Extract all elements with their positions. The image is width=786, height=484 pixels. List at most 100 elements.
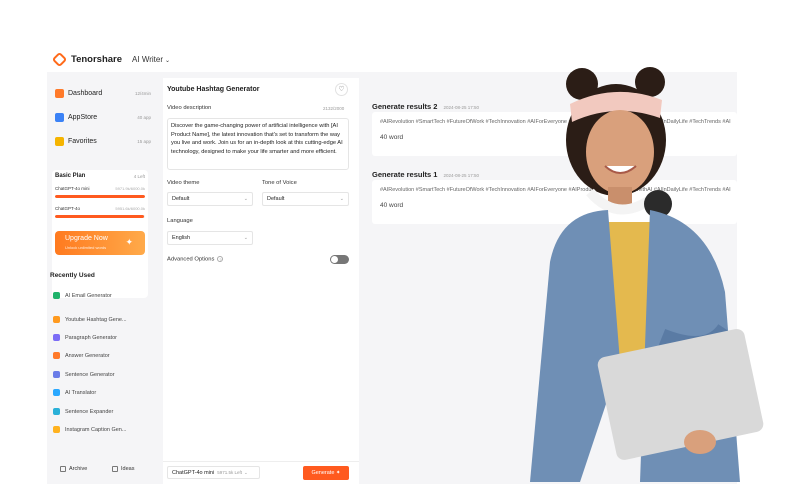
result-date: 2024-08-25 17:50 [443,173,479,178]
form-title: Youtube Hashtag Generator [167,86,260,93]
sidebar-item-label: AppStore [68,114,98,121]
tenorshare-logo-icon [51,51,68,67]
result-title: Generate results 1 [372,170,438,179]
recent-item-label: AI Translator [65,389,97,396]
quota-bar-fill [55,195,145,198]
upgrade-title: Upgrade Now [65,235,108,242]
generator-form: Youtube Hashtag Generator ♡ Video descri… [163,78,359,484]
chevron-down-icon: ⌄ [339,196,344,202]
appstore-icon [55,113,64,122]
ideas-label: Ideas [121,466,135,472]
quota-name: ChatGPT-4o mini [55,186,90,191]
sidebar-item-appstore[interactable]: AppStore 40 app [55,113,151,122]
archive-button[interactable]: Archive [60,466,87,472]
recent-item[interactable]: Youtube Hashtag Gene... [53,316,127,323]
theme-label: Video theme [167,180,200,186]
video-theme-select[interactable]: Default ⌄ [167,192,253,206]
upgrade-button[interactable]: Upgrade Now Unlock unlimited words ✦ [55,231,145,255]
form-bottom-bar: ChatGPT-4o mini 5971.5k Left ⌄ Generate ✦ [163,461,359,484]
recently-used-title: Recently Used [50,272,95,279]
sidebar-item-dashboard[interactable]: Dashboard 12/4min [55,89,151,98]
product-name: AI Writer [132,54,164,64]
caption-icon [53,426,60,433]
sentence-icon [53,371,60,378]
result-date: 2024-08-25 17:50 [443,105,479,110]
recent-item[interactable]: Paragraph Generator [53,334,117,341]
dashboard-icon [55,89,64,98]
chevron-down-icon: ⌄ [243,470,248,475]
answer-icon [53,352,60,359]
toggle-knob [331,256,338,263]
sidebar-item-favorites[interactable]: Favorites 15 app [55,137,151,146]
sidebar-item-count: 40 app [137,115,151,120]
paragraph-icon [53,334,60,341]
result-title: Generate results 2 [372,102,438,111]
sidebar-item-count: 12/4min [134,91,151,96]
quota-bar [55,215,145,218]
tone-of-voice-select[interactable]: Default ⌄ [262,192,349,206]
tone-label: Tone of Voice [262,180,297,186]
quota-bar [55,195,145,198]
recent-item[interactable]: Instagram Caption Gen... [53,426,126,433]
result-word-count: 40 word [380,134,404,141]
recent-item-label: Answer Generator [65,352,110,359]
sidebar-item-label: Favorites [68,138,97,145]
recent-item-label: Sentence Expander [65,408,114,415]
email-icon [53,292,60,299]
advanced-options: Advanced Options? [167,256,224,263]
quota-bar-fill [55,215,145,218]
model-select[interactable]: ChatGPT-4o mini 5971.5k Left ⌄ [167,466,260,479]
sidebar: Dashboard 12/4min AppStore 40 app Favori… [47,72,155,484]
product-switcher[interactable]: AI Writer ⌄ [132,55,170,64]
sidebar-item-label: Dashboard [68,90,103,97]
language-select[interactable]: English ⌄ [167,231,253,245]
recent-item[interactable]: Answer Generator [53,352,110,359]
recent-item-label: Instagram Caption Gen... [65,426,127,433]
sparkle-icon: ✦ [335,470,341,476]
recent-item[interactable]: Sentence Generator [53,371,115,378]
quota-name: ChatGPT-4o [55,206,81,211]
select-value: Default [267,196,285,202]
brand-logo[interactable]: Tenorshare [51,51,123,67]
brand-name: Tenorshare [71,53,123,65]
archive-label: Archive [69,466,88,472]
recent-item-label: AI Email Generator [65,292,112,299]
recent-item-label: Paragraph Generator [65,334,117,341]
plan-title: Basic Plan [55,173,86,179]
chevron-down-icon: ⌄ [243,196,248,202]
generate-label: Generate [311,470,335,476]
advanced-options-toggle[interactable] [330,255,349,264]
model-name: ChatGPT-4o mini [172,470,215,476]
translate-icon [53,389,60,396]
recent-item[interactable]: AI Translator [53,389,96,396]
select-value: Default [172,196,190,202]
language-label: Language [167,218,193,224]
chevron-down-icon: ⌄ [243,235,248,241]
select-value: English [172,235,191,241]
generate-button[interactable]: Generate ✦ [303,466,349,480]
upgrade-subtitle: Unlock unlimited words [65,245,107,250]
hashtag-icon [53,316,60,323]
recent-item-label: Sentence Generator [65,371,115,378]
quota-value: 5951.6k/6000.0k [115,206,145,211]
expand-icon [53,408,60,415]
chevron-down-icon: ⌄ [165,57,171,64]
person-photo [530,67,764,482]
video-description-input[interactable]: Discover the game-changing power of arti… [167,118,349,170]
lightbulb-icon [112,466,118,472]
recent-item[interactable]: Sentence Expander [53,408,113,415]
desc-label: Video description [167,105,212,111]
ideas-button[interactable]: Ideas [112,466,134,472]
desc-char-count: 2132/2000 [323,106,345,111]
recent-item-label: Youtube Hashtag Gene... [65,316,127,323]
sparkle-icon: ✦ [125,237,133,247]
sidebar-item-count: 15 app [137,139,151,144]
heart-icon [55,137,64,146]
help-icon[interactable]: ? [217,256,224,262]
model-quota-left: 5971.5k Left [217,470,242,475]
plan-left: 4 Left [133,174,145,179]
recent-item[interactable]: AI Email Generator [53,292,112,299]
result-word-count: 40 word [380,202,404,209]
quota-value: 5971.9k/6000.0k [115,186,145,191]
favorite-heart-icon[interactable]: ♡ [335,83,348,96]
